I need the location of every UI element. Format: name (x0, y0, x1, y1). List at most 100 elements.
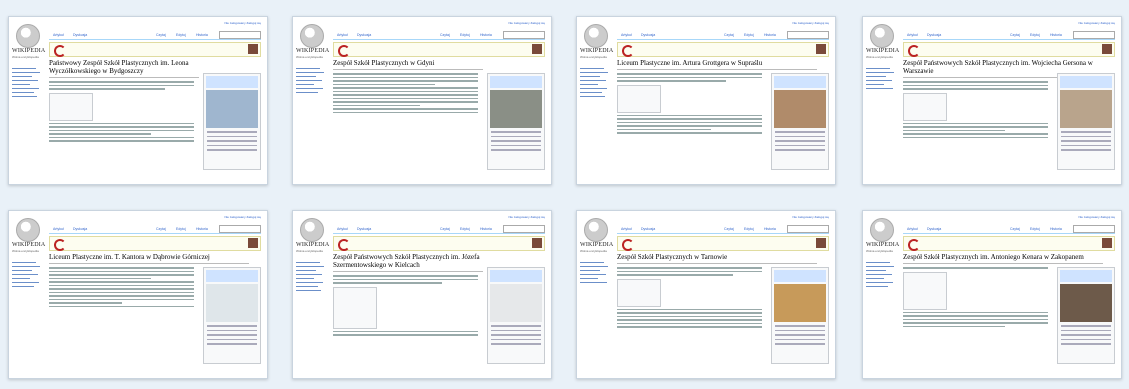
tab-article[interactable]: Artykuł (619, 32, 634, 38)
article-thumbnail[interactable]: WIKIPEDIA Wolna encyklopedia Nie zalogow… (862, 16, 1122, 185)
tab-article[interactable]: Artykuł (905, 32, 920, 38)
infobox (203, 267, 261, 364)
user-links[interactable]: Nie zalogowany Zaloguj się (508, 215, 545, 219)
banner-image (816, 44, 826, 54)
search-input[interactable] (503, 225, 545, 233)
notice-banner (903, 42, 1115, 57)
banner-image (248, 44, 258, 54)
search-input[interactable] (1073, 31, 1115, 39)
tab-article[interactable]: Artykuł (619, 226, 634, 232)
tab-discussion[interactable]: Dyskusja (71, 32, 89, 38)
user-links[interactable]: Nie zalogowany Zaloguj się (792, 21, 829, 25)
search-input[interactable] (219, 225, 261, 233)
tab-edit[interactable]: Edytuj (458, 32, 472, 38)
search-input[interactable] (787, 31, 829, 39)
tab-article[interactable]: Artykuł (905, 226, 920, 232)
wikipedia-logo-icon (16, 218, 40, 242)
tab-article[interactable]: Artykuł (51, 226, 66, 232)
search-input[interactable] (503, 31, 545, 39)
page-title: Liceum Plastyczne im. Artura Grottgera w… (617, 59, 817, 70)
notice-banner (903, 236, 1115, 251)
wikipedia-wordmark: WIKIPEDIA (866, 242, 900, 248)
search-input[interactable] (787, 225, 829, 233)
tab-read[interactable]: Czytaj (438, 32, 452, 38)
search-input[interactable] (1073, 225, 1115, 233)
table-of-contents (617, 278, 661, 307)
infobox (771, 73, 829, 170)
notice-banner (49, 42, 261, 57)
tab-discussion[interactable]: Dyskusja (71, 226, 89, 232)
tab-read[interactable]: Czytaj (154, 32, 168, 38)
tab-history[interactable]: Historia (478, 226, 494, 232)
sidebar-nav (12, 65, 42, 100)
school-photo (1060, 284, 1112, 322)
tab-edit[interactable]: Edytuj (174, 226, 188, 232)
infobox (203, 73, 261, 170)
tab-history[interactable]: Historia (194, 226, 210, 232)
user-links[interactable]: Nie zalogowany Zaloguj się (1078, 215, 1115, 219)
tab-history[interactable]: Historia (1048, 32, 1064, 38)
banner-logo-icon (908, 239, 920, 251)
tab-history[interactable]: Historia (762, 226, 778, 232)
article-thumbnail[interactable]: WIKIPEDIA Wolna encyklopedia Nie zalogow… (292, 210, 552, 379)
infobox (1057, 73, 1115, 170)
school-photo (490, 90, 542, 128)
user-links[interactable]: Nie zalogowany Zaloguj się (224, 215, 261, 219)
tab-discussion[interactable]: Dyskusja (925, 32, 943, 38)
tab-history[interactable]: Historia (762, 32, 778, 38)
notice-banner (49, 236, 261, 251)
tab-history[interactable]: Historia (1048, 226, 1064, 232)
page-title: Zespół Szkół Plastycznych im. Antoniego … (903, 253, 1103, 264)
sidebar-nav (866, 259, 896, 290)
user-links[interactable]: Nie zalogowany Zaloguj się (224, 21, 261, 25)
sidebar-nav (296, 65, 326, 96)
article-thumbnail[interactable]: WIKIPEDIA Wolna encyklopedia Nie zalogow… (292, 16, 552, 185)
search-input[interactable] (219, 31, 261, 39)
wikipedia-wordmark: WIKIPEDIA (296, 48, 330, 54)
tab-history[interactable]: Historia (194, 32, 210, 38)
page-title: Liceum Plastyczne im. T. Kantora w Dąbro… (49, 253, 249, 264)
wikipedia-tagline: Wolna encyklopedia (866, 55, 893, 59)
tab-edit[interactable]: Edytuj (174, 32, 188, 38)
article-thumbnail[interactable]: WIKIPEDIA Wolna encyklopedia Nie zalogow… (862, 210, 1122, 379)
tab-read[interactable]: Czytaj (438, 226, 452, 232)
tab-article[interactable]: Artykuł (335, 226, 350, 232)
tab-article[interactable]: Artykuł (335, 32, 350, 38)
user-links[interactable]: Nie zalogowany Zaloguj się (508, 21, 545, 25)
page-title: Państwowy Zespół Szkół Plastycznych im. … (49, 59, 199, 78)
banner-logo-icon (622, 45, 634, 57)
tab-edit[interactable]: Edytuj (742, 226, 756, 232)
banner-logo-icon (54, 239, 66, 251)
banner-image (1102, 238, 1112, 248)
article-thumbnail[interactable]: WIKIPEDIA Wolna encyklopedia Nie zalogow… (8, 210, 268, 379)
wikipedia-wordmark: WIKIPEDIA (580, 242, 614, 248)
tab-edit[interactable]: Edytuj (1028, 226, 1042, 232)
user-links[interactable]: Nie zalogowany Zaloguj się (1078, 21, 1115, 25)
tab-history[interactable]: Historia (478, 32, 494, 38)
tab-article[interactable]: Artykuł (51, 32, 66, 38)
tab-discussion[interactable]: Dyskusja (639, 226, 657, 232)
wikipedia-logo-icon (300, 218, 324, 242)
page-title: Zespół Szkół Plastycznych w Gdyni (333, 59, 483, 70)
user-links[interactable]: Nie zalogowany Zaloguj się (792, 215, 829, 219)
tab-read[interactable]: Czytaj (154, 226, 168, 232)
article-content: Zespół Szkół Plastycznych w Gdyni (333, 59, 545, 184)
tab-discussion[interactable]: Dyskusja (925, 226, 943, 232)
article-thumbnail[interactable]: WIKIPEDIA Wolna encyklopedia Nie zalogow… (576, 210, 836, 379)
tab-edit[interactable]: Edytuj (458, 226, 472, 232)
article-thumbnail[interactable]: WIKIPEDIA Wolna encyklopedia Nie zalogow… (576, 16, 836, 185)
table-of-contents (49, 92, 93, 121)
article-thumbnail[interactable]: WIKIPEDIA Wolna encyklopedia Nie zalogow… (8, 16, 268, 185)
tab-read[interactable]: Czytaj (1008, 226, 1022, 232)
tab-edit[interactable]: Edytuj (742, 32, 756, 38)
wikipedia-logo-icon (584, 218, 608, 242)
tab-edit[interactable]: Edytuj (1028, 32, 1042, 38)
tab-read[interactable]: Czytaj (722, 226, 736, 232)
banner-image (532, 238, 542, 248)
tab-read[interactable]: Czytaj (722, 32, 736, 38)
tab-discussion[interactable]: Dyskusja (639, 32, 657, 38)
school-photo (774, 90, 826, 128)
tab-discussion[interactable]: Dyskusja (355, 32, 373, 38)
tab-discussion[interactable]: Dyskusja (355, 226, 373, 232)
tab-read[interactable]: Czytaj (1008, 32, 1022, 38)
